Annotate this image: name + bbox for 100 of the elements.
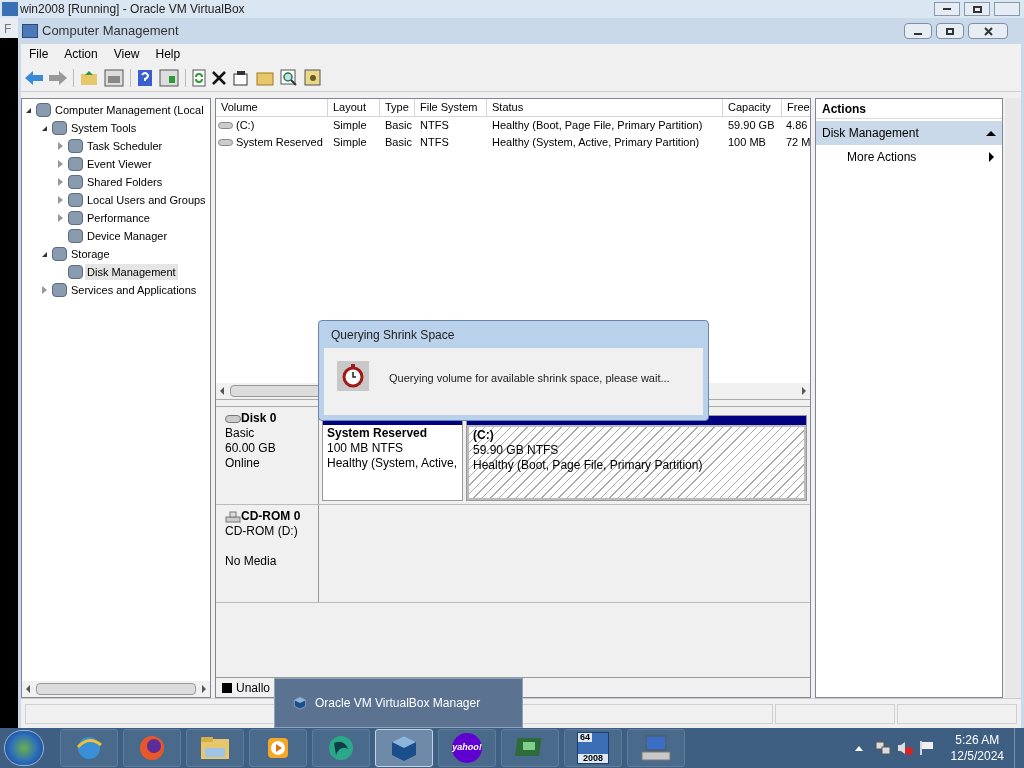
computer-icon <box>22 24 38 38</box>
table-cell: System Reserved <box>216 134 328 151</box>
minimize-button[interactable] <box>904 23 932 39</box>
taskbar-button[interactable] <box>501 729 559 767</box>
tree-item[interactable]: Device Manager <box>85 227 170 245</box>
column-header[interactable]: Layout <box>328 99 380 116</box>
pane-icon[interactable] <box>159 68 179 87</box>
taskbar-button[interactable]: 64 2008 <box>564 729 622 767</box>
tree-item[interactable]: Performance <box>85 209 152 227</box>
start-button[interactable] <box>4 730 44 766</box>
folder-up-icon[interactable] <box>80 69 98 86</box>
column-header[interactable]: Type <box>380 99 415 116</box>
table-cell-text: Simple <box>332 118 368 134</box>
column-header[interactable]: File System <box>415 99 487 116</box>
menu-item[interactable]: Action <box>56 45 106 63</box>
show-hidden-icons-arrow[interactable] <box>854 745 863 751</box>
tree-node-icon <box>36 103 51 117</box>
close-icon <box>983 26 993 36</box>
yahoo-logo: yahoo! <box>452 733 482 763</box>
minimize-button[interactable] <box>934 2 960 16</box>
tree-item[interactable]: Computer Management (Local <box>53 101 206 119</box>
collapse-arrow-icon[interactable] <box>25 107 31 113</box>
column-header[interactable]: Volume <box>216 99 328 116</box>
tree-item[interactable]: Event Viewer <box>85 155 154 173</box>
clock[interactable]: 5:26 AM 12/5/2024 <box>950 732 1004 764</box>
delete-icon[interactable] <box>212 70 226 85</box>
network-icon[interactable] <box>874 740 891 756</box>
menu-item[interactable]: Help <box>147 45 189 63</box>
legend-label: Unallo <box>236 679 271 697</box>
partition-block[interactable]: (C:) 59.90 GB NTFS Healthy (Boot, Page File, Primary Partition) <box>466 415 807 501</box>
tree-item[interactable]: System Tools <box>69 119 139 137</box>
taskbar-preview[interactable]: Oracle VM VirtualBox Manager <box>274 678 523 728</box>
muted-speaker-icon[interactable] <box>896 740 913 756</box>
tree-item[interactable]: Task Scheduler <box>85 137 165 155</box>
column-header[interactable]: Capacity <box>723 99 782 116</box>
expand-arrow-icon[interactable] <box>57 160 63 168</box>
tree-item[interactable]: Disk Management <box>85 263 178 281</box>
taskbar-button[interactable] <box>123 729 181 767</box>
partition-size: 59.90 GB NTFS <box>473 443 560 458</box>
preview-title: Oracle VM VirtualBox Manager <box>315 695 481 712</box>
flag-icon[interactable] <box>918 740 935 756</box>
swirl-icon <box>326 733 356 763</box>
collapse-arrow-icon[interactable] <box>986 130 996 136</box>
expand-arrow-icon[interactable] <box>57 142 63 150</box>
folder-icon[interactable] <box>256 69 274 86</box>
tree-node-icon <box>68 193 83 207</box>
refresh-icon[interactable] <box>192 68 206 87</box>
tree-node-icon <box>52 283 67 297</box>
host-window-title: win2008 [Running] - Oracle VM VirtualBox <box>20 1 245 18</box>
dialog-message: Querying volume for available shrink space, please wait... <box>389 371 670 386</box>
cube-icon <box>389 733 419 763</box>
tree-node-icon <box>68 139 83 153</box>
actions-section-header[interactable]: Disk Management <box>816 121 1002 145</box>
taskbar-button[interactable] <box>186 729 244 767</box>
help-icon[interactable] <box>137 68 153 87</box>
collapse-arrow-icon[interactable] <box>41 125 47 131</box>
tree-item[interactable]: Shared Folders <box>85 173 165 191</box>
tree-item[interactable]: Services and Applications <box>69 281 199 299</box>
maximize-button[interactable] <box>964 2 990 16</box>
cube-icon <box>293 696 307 710</box>
stopwatch-icon <box>337 361 369 391</box>
menu-item[interactable]: File <box>21 45 57 63</box>
table-cell-text: 59.90 GB <box>727 118 776 134</box>
column-header[interactable]: Status <box>487 99 723 116</box>
scroll-left-icon[interactable] <box>220 387 224 395</box>
horizontal-scrollbar[interactable] <box>22 681 210 697</box>
expand-arrow-icon[interactable] <box>41 286 47 294</box>
taskbar-button[interactable] <box>249 729 307 767</box>
table-cell-text: Basic <box>384 118 413 134</box>
tree-item[interactable]: Storage <box>69 245 112 263</box>
taskbar-button[interactable] <box>312 729 370 767</box>
scroll-right-icon[interactable] <box>802 387 806 395</box>
properties-icon[interactable] <box>232 69 250 86</box>
vertical-scrollbar[interactable] <box>1005 98 1021 698</box>
collapse-arrow-icon[interactable] <box>41 251 47 257</box>
scrollbar-thumb[interactable] <box>36 683 196 695</box>
column-header[interactable]: Free <box>782 99 810 116</box>
pane-icon[interactable] <box>104 68 124 87</box>
taskbar-button[interactable]: yahoo! <box>438 729 496 767</box>
close-button[interactable] <box>968 23 1008 39</box>
restore-button[interactable] <box>936 23 964 39</box>
action-link[interactable]: More Actions <box>847 148 989 166</box>
expand-arrow-icon[interactable] <box>57 178 63 186</box>
scroll-left-icon[interactable] <box>26 685 30 693</box>
scroll-right-icon[interactable] <box>202 685 206 693</box>
folder-icon <box>199 734 231 762</box>
magnifier-icon[interactable] <box>280 68 298 87</box>
play-icon <box>266 736 290 760</box>
taskbar-button[interactable] <box>60 729 118 767</box>
taskbar-button[interactable] <box>627 729 685 767</box>
host-menu-item[interactable]: F <box>0 18 18 38</box>
tree-item[interactable]: Local Users and Groups <box>85 191 208 209</box>
settings-icon[interactable] <box>304 68 322 87</box>
drive-icon <box>218 122 233 129</box>
forward-arrow-icon[interactable] <box>49 70 67 85</box>
back-arrow-icon[interactable] <box>25 70 43 85</box>
expand-arrow-icon[interactable] <box>57 196 63 204</box>
menu-item[interactable]: View <box>105 45 148 63</box>
expand-arrow-icon[interactable] <box>57 214 63 222</box>
legend-swatch <box>222 682 232 693</box>
